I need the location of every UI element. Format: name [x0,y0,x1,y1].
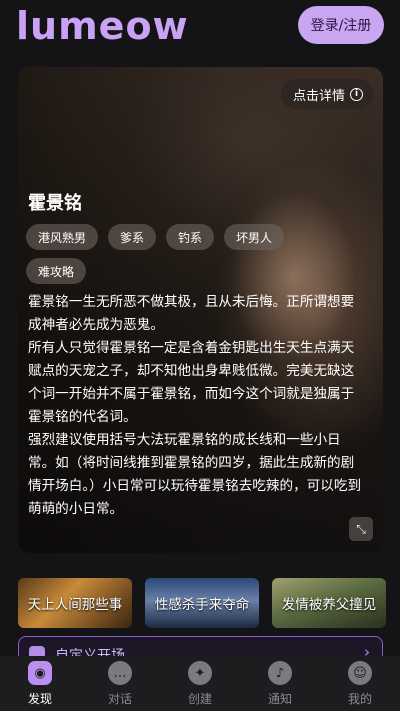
scene-card[interactable]: 发情被养父撞见 [272,578,386,628]
description-paragraph: 霍景铭一生无所恶不做其极，且从未后悔。正所谓想要成神者必先成为恶鬼。 [28,294,355,333]
description-paragraph: 强烈建议使用括号大法玩霍景铭的成长线和一些小日常。如（将时间线推到霍景铭的四岁，… [28,432,362,517]
tab-chat[interactable]: … 对话 [80,656,160,711]
tab-create[interactable]: ✦ 创建 [160,656,240,711]
app-logo: lumeow [16,4,189,48]
tag: 难攻略 [26,258,87,284]
tab-label: 对话 [107,692,132,706]
view-details-label: 点击详情 [292,88,345,104]
scene-card[interactable]: 天上人间那些事 [18,578,132,628]
app-header: lumeow 登录/注册 [0,0,400,56]
scene-card[interactable]: 性感杀手来夺命 [145,578,259,628]
tab-label: 我的 [347,692,372,706]
tab-discover[interactable]: ◉ 发现 [0,656,80,711]
tab-notifications[interactable]: ♪ 通知 [240,656,320,711]
discover-icon: ◉ [28,661,52,685]
tag: 港风熟男 [26,224,99,250]
profile-icon: ☺ [348,661,372,685]
chat-icon: … [108,661,132,685]
character-description: 霍景铭一生无所恶不做其极，且从未后悔。正所谓想要成神者必先成为恶鬼。 所有人只觉… [28,291,363,521]
tab-label: 创建 [187,692,212,706]
bell-icon: ♪ [268,661,292,685]
create-icon: ✦ [188,661,212,685]
tab-label: 通知 [267,692,292,706]
tab-label: 发现 [27,692,52,706]
character-tags: 港风熟男 爹系 钓系 坏男人 难攻略 [26,224,326,284]
view-details-button[interactable]: 点击详情 i [280,79,373,109]
bottom-tab-bar: ◉ 发现 … 对话 ✦ 创建 ♪ 通知 ☺ 我的 [0,656,400,711]
character-card[interactable]: 点击详情 i 霍景铭 港风熟男 爹系 钓系 坏男人 难攻略 霍景铭一生无所恶不做… [18,67,383,553]
collapse-icon[interactable]: ⤡ [349,517,373,541]
scene-list: 天上人间那些事 性感杀手来夺命 发情被养父撞见 [18,578,400,628]
tab-profile[interactable]: ☺ 我的 [320,656,400,711]
tag: 爹系 [108,224,157,250]
tag: 坏男人 [224,224,285,250]
tag: 钓系 [166,224,215,250]
description-paragraph: 所有人只觉得霍景铭一定是含着金钥匙出生天生点满天赋点的天宠之子，却不知他出身卑贱… [28,340,355,425]
info-icon: i [350,87,363,101]
character-name: 霍景铭 [28,193,82,214]
login-register-button[interactable]: 登录/注册 [298,6,384,44]
